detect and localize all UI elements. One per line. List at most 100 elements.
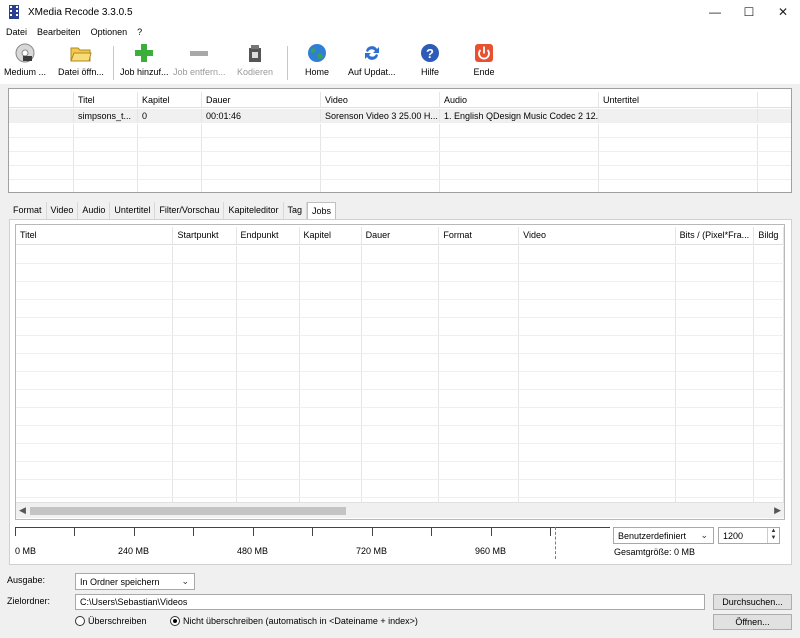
cell-kapitel: 0 [138,109,202,122]
plus-icon [133,42,155,64]
column-header-audio[interactable]: Audio [440,92,599,107]
jobs-horizontal-scrollbar[interactable]: ◀ ▶ [16,502,784,518]
tab-filter-vorschau[interactable]: Filter/Vorschau [155,202,225,219]
column-header-select [9,92,74,107]
empty-row [16,246,784,264]
output-label: Ausgabe: [7,575,46,585]
empty-row [9,138,791,152]
empty-row [9,180,791,192]
exit-button[interactable]: Ende [473,42,495,82]
total-size-label: Gesamtgröße: 0 MB [614,547,696,557]
ruler-tick [253,527,254,536]
column-header-format[interactable]: Format [439,227,520,244]
ruler-tick [134,527,135,536]
ruler-label: 240 MB [118,546,150,556]
column-header-startpunkt[interactable]: Startpunkt [173,227,237,244]
minus-icon [188,42,210,64]
menu-help[interactable]: ? [137,27,142,37]
size-ruler: 0 MB 240 MB 480 MB 720 MB 960 MB [15,527,610,559]
help-button[interactable]: ? Hilfe [419,42,441,82]
files-table-header: Titel Kapitel Dauer Video Audio Untertit… [9,92,791,108]
tab-audio[interactable]: Audio [78,202,111,219]
open-button[interactable]: Öffnen... [713,614,792,630]
tab-untertitel[interactable]: Untertitel [110,202,156,219]
toolbar-separator [113,46,114,80]
tab-tag[interactable]: Tag [284,202,308,219]
table-row[interactable]: simpsons_t... 0 00:01:46 Sorenson Video … [9,109,791,123]
column-header-video[interactable]: Video [321,92,440,107]
ruler-tick [372,527,373,536]
ruler-tick [491,527,492,536]
globe-icon [306,42,328,64]
size-preset-select[interactable]: Benutzerdefiniert ⌄ [613,527,714,544]
empty-row [16,426,784,444]
empty-row [16,300,784,318]
output-select[interactable]: In Ordner speichern ⌄ [75,573,195,590]
cell-untertitel [599,109,758,122]
column-header-untertitel[interactable]: Untertitel [599,92,758,107]
encode-button[interactable]: Kodieren [237,42,273,82]
tab-bar: Format Video Audio Untertitel Filter/Vor… [9,202,337,219]
empty-row [16,480,784,498]
tab-kapiteleditor[interactable]: Kapiteleditor [224,202,284,219]
chevron-down-icon: ⌄ [700,530,708,540]
ruler-label: 720 MB [356,546,388,556]
ruler-tick [312,527,313,536]
spinner-arrows[interactable]: ▲ ▼ [767,528,779,543]
column-header-dauer[interactable]: Dauer [362,227,440,244]
update-button[interactable]: Auf Updat... [348,42,396,82]
scroll-left-icon[interactable]: ◀ [19,505,26,516]
column-header-kapitel[interactable]: Kapitel [300,227,362,244]
remove-job-button[interactable]: Job entfern... [173,42,226,82]
toolbar: Medium ... Datei öffn... Job hinzuf... J… [0,40,800,84]
minimize-button[interactable]: — [698,0,732,24]
encode-icon [244,42,266,64]
column-header-titel[interactable]: Titel [16,227,174,244]
tab-format[interactable]: Format [9,202,47,219]
target-folder-input[interactable]: C:\Users\Sebastian\Videos [75,594,705,610]
ruler-tick [431,527,432,536]
column-header-bildgroesse[interactable]: Bildg [754,227,784,244]
cell-audio: 1. English QDesign Music Codec 2 12... [440,109,599,122]
empty-row [16,390,784,408]
column-header-endpunkt[interactable]: Endpunkt [237,227,300,244]
maximize-button[interactable]: ☐ [732,0,766,24]
overwrite-radio[interactable] [75,616,85,626]
cell-dauer: 00:01:46 [202,109,321,122]
tab-video[interactable]: Video [47,202,79,219]
open-file-button[interactable]: Datei öffn... [58,42,104,82]
close-button[interactable]: ✕ [766,0,800,24]
title-bar: XMedia Recode 3.3.0.5 — ☐ ✕ [0,0,800,24]
column-header-dauer[interactable]: Dauer [202,92,321,107]
no-overwrite-radio[interactable] [170,616,180,626]
column-header-bits-pixel-frame[interactable]: Bits / (Pixel*Fra... [676,227,755,244]
medium-button[interactable]: Medium ... [4,42,46,82]
ruler-label: 0 MB [15,546,37,556]
empty-row [16,354,784,372]
empty-row [16,462,784,480]
no-overwrite-label: Nicht überschreiben (automatisch in <Dat… [183,616,418,626]
ruler-tick [15,527,16,536]
add-job-button[interactable]: Job hinzuf... [120,42,169,82]
files-table[interactable]: Titel Kapitel Dauer Video Audio Untertit… [8,88,792,193]
menu-datei[interactable]: Datei [6,27,27,37]
menu-bearbeiten[interactable]: Bearbeiten [37,27,81,37]
browse-button[interactable]: Durchsuchen... [713,594,792,610]
jobs-table[interactable]: Titel Startpunkt Endpunkt Kapitel Dauer … [15,224,785,520]
disc-icon [14,42,36,64]
menu-optionen[interactable]: Optionen [91,27,128,37]
scroll-right-icon[interactable]: ▶ [774,505,781,516]
column-header-titel[interactable]: Titel [74,92,138,107]
empty-row [16,264,784,282]
ruler-tick [550,527,551,536]
tab-jobs[interactable]: Jobs [307,202,337,219]
empty-row [9,124,791,138]
help-icon: ? [419,42,441,64]
overwrite-label: Überschreiben [88,616,147,626]
scrollbar-thumb[interactable] [30,507,346,515]
empty-row [16,372,784,390]
home-button[interactable]: Home [305,42,329,82]
column-header-video[interactable]: Video [519,227,676,244]
column-header-kapitel[interactable]: Kapitel [138,92,202,107]
empty-row [9,152,791,166]
